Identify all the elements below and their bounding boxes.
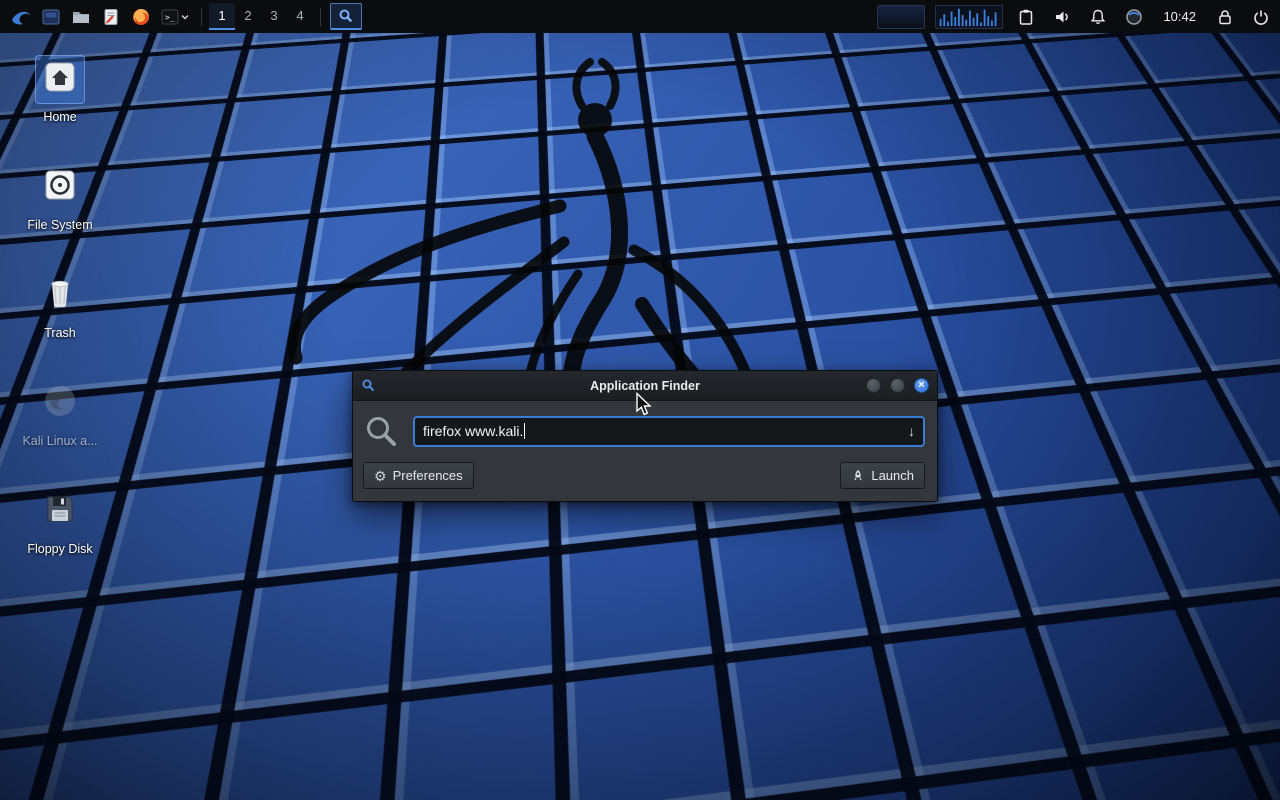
search-input-value: firefox www.kali.: [423, 423, 523, 439]
window-title: Application Finder: [353, 379, 937, 393]
text-editor-icon: [101, 7, 121, 27]
tray-indicator-button[interactable]: [1121, 2, 1147, 31]
minimize-button[interactable]: [866, 378, 881, 393]
kali-logo-icon: [10, 6, 32, 28]
network-graph-icon[interactable]: [935, 5, 1003, 29]
notifications-tray-button[interactable]: [1085, 2, 1111, 31]
workspace-4-label: 4: [296, 8, 303, 23]
workspace-1-label: 1: [218, 8, 225, 23]
svg-text:>_: >_: [165, 13, 175, 22]
desktop-icon-filesystem[interactable]: File System: [18, 164, 102, 232]
window-controls: ×: [866, 378, 929, 393]
desktop-icon-home[interactable]: Home: [18, 56, 102, 124]
panel-separator: [320, 8, 321, 26]
filesystem-label: File System: [27, 218, 92, 232]
terminal-icon: >_: [160, 7, 180, 27]
volume-tray-button[interactable]: [1049, 2, 1075, 31]
launch-icon: [851, 469, 865, 483]
file-manager-launcher[interactable]: [66, 2, 96, 31]
trash-icon-wrap: [36, 272, 84, 319]
app-finder-task-icon: [338, 8, 354, 24]
top-panel: >_ 1 2 3 4: [0, 0, 1280, 33]
desktop-icon-trash[interactable]: Trash: [18, 272, 102, 340]
clock-label: 10:42: [1163, 9, 1196, 24]
application-finder-window: Application Finder × firefox www.kali. ↓…: [352, 370, 938, 502]
workspace-3-label: 3: [270, 8, 277, 23]
window-icon: [41, 7, 61, 27]
taskbar-application-finder[interactable]: [330, 3, 362, 30]
home-icon: [42, 59, 78, 95]
panel-separator: [201, 8, 202, 26]
bell-icon: [1089, 8, 1107, 26]
text-editor-launcher[interactable]: [96, 2, 126, 31]
lock-screen-button[interactable]: [1212, 2, 1238, 31]
kali-link-icon-wrap: [36, 380, 84, 427]
power-icon: [1252, 8, 1270, 26]
close-icon: ×: [918, 380, 924, 391]
lock-icon: [1216, 8, 1234, 26]
trash-icon: [42, 275, 78, 311]
preferences-label: Preferences: [393, 468, 463, 483]
system-tray: 10:42: [877, 2, 1274, 31]
terminal-launcher[interactable]: >_: [156, 2, 194, 31]
close-button[interactable]: ×: [914, 378, 929, 393]
firefox-launcher[interactable]: [126, 2, 156, 31]
floppy-disk-icon: [42, 491, 78, 527]
window-titlebar[interactable]: Application Finder ×: [353, 371, 937, 401]
filesystem-icon: [42, 167, 78, 203]
preferences-button[interactable]: ⚙ Preferences: [363, 462, 474, 489]
clipboard-icon: [1017, 8, 1035, 26]
desktop-icon-kali-linux[interactable]: Kali Linux a...: [18, 380, 102, 448]
trash-label: Trash: [44, 326, 76, 340]
workspace-3[interactable]: 3: [261, 3, 287, 30]
tray-indicator-icon: [1125, 8, 1143, 26]
search-input[interactable]: firefox www.kali. ↓: [413, 416, 925, 447]
floppy-label: Floppy Disk: [27, 542, 92, 556]
kali-menu-button[interactable]: [6, 2, 36, 31]
kali-link-icon: [42, 383, 78, 419]
home-icon-highlight: [36, 56, 84, 103]
floppy-icon-wrap: [36, 488, 84, 535]
workspace-2[interactable]: 2: [235, 3, 261, 30]
kali-link-label: Kali Linux a...: [22, 434, 97, 448]
logout-button[interactable]: [1248, 2, 1274, 31]
home-label: Home: [43, 110, 76, 124]
folder-icon: [71, 7, 91, 27]
chevron-down-icon: [180, 12, 190, 22]
button-row: ⚙ Preferences Launch: [363, 462, 925, 489]
search-icon: [363, 413, 399, 449]
clipboard-tray-button[interactable]: [1013, 2, 1039, 31]
launch-label: Launch: [871, 468, 914, 483]
volume-icon: [1053, 8, 1071, 26]
text-caret: [524, 423, 525, 439]
desktop-icon-column: Home File System Trash: [18, 56, 102, 556]
launch-button[interactable]: Launch: [840, 462, 925, 489]
desktop-icon-floppy[interactable]: Floppy Disk: [18, 488, 102, 556]
filesystem-icon-wrap: [36, 164, 84, 211]
finder-body: firefox www.kali. ↓ ⚙ Preferences Launch: [353, 401, 937, 501]
gear-icon: ⚙: [374, 469, 387, 483]
workspace-2-label: 2: [244, 8, 251, 23]
workspace-4[interactable]: 4: [287, 3, 313, 30]
search-row: firefox www.kali. ↓: [363, 413, 925, 449]
workspace-1[interactable]: 1: [209, 3, 235, 30]
system-monitor-thumbnail[interactable]: [877, 5, 925, 29]
app-window-launcher[interactable]: [36, 2, 66, 31]
firefox-icon: [131, 7, 151, 27]
entry-dropdown-icon[interactable]: ↓: [908, 423, 915, 439]
maximize-button[interactable]: [890, 378, 905, 393]
panel-clock[interactable]: 10:42: [1157, 9, 1202, 24]
